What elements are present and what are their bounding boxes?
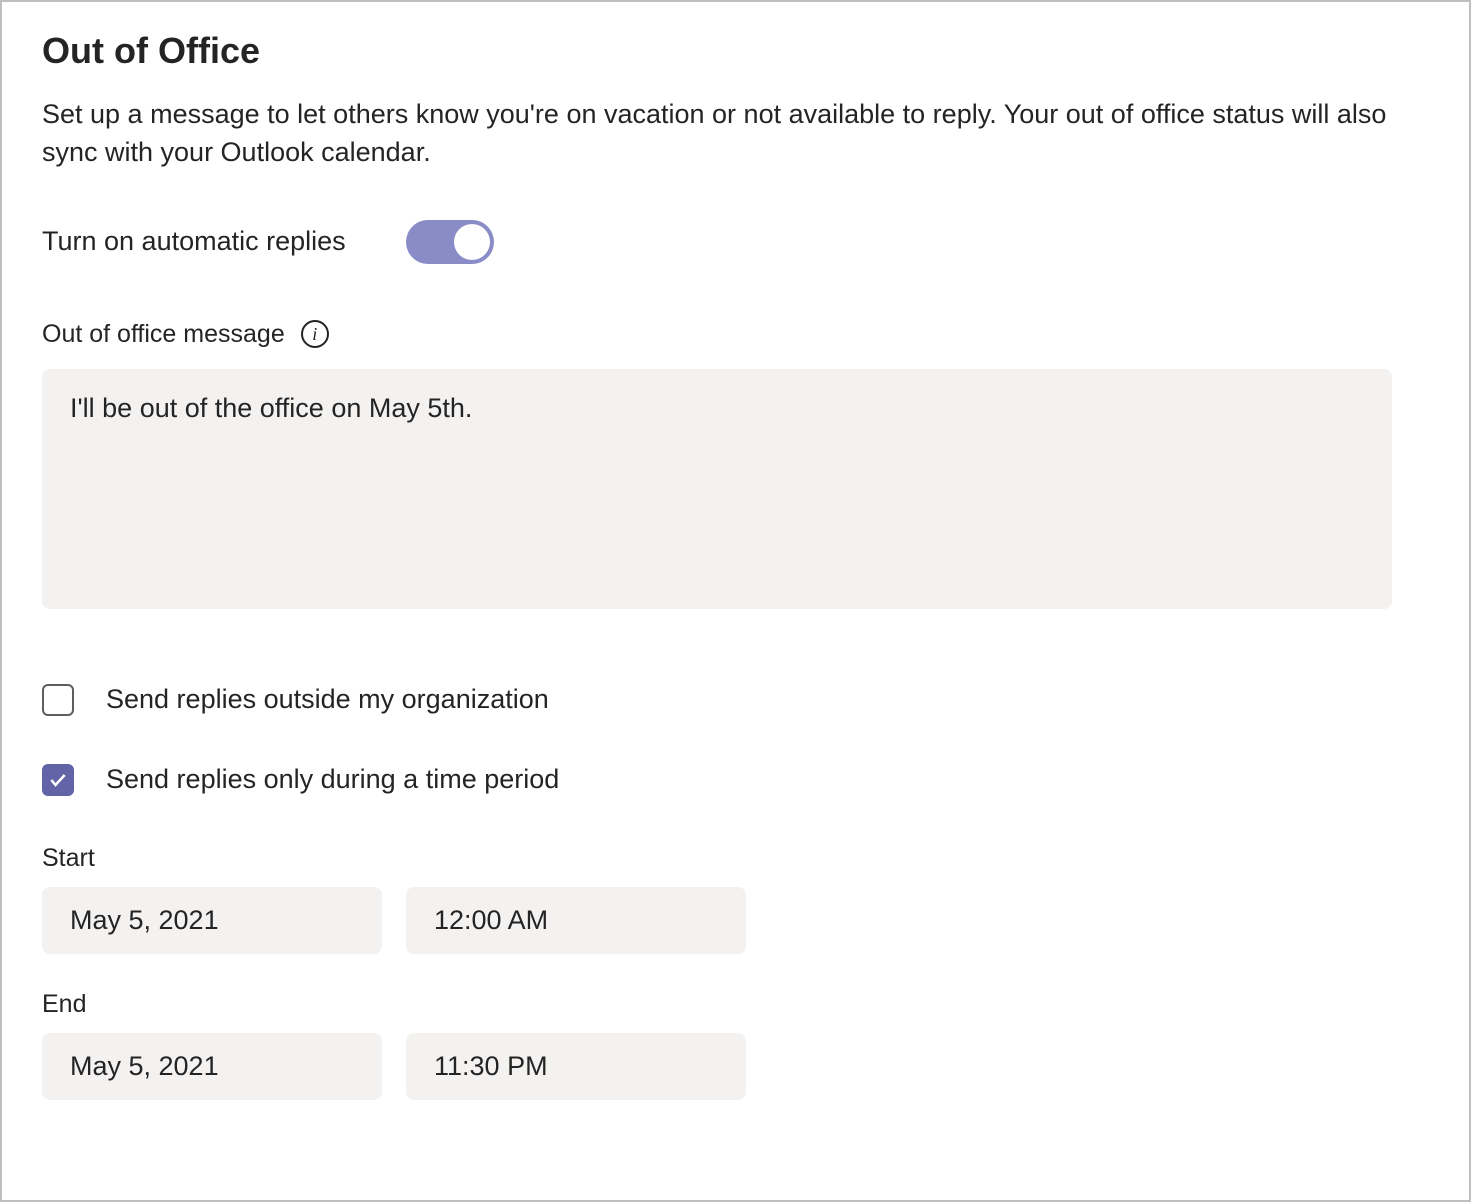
end-date-field[interactable]: May 5, 2021	[42, 1033, 382, 1100]
page-description: Set up a message to let others know you'…	[42, 96, 1429, 172]
datetime-section: Start May 5, 2021 12:00 AM End May 5, 20…	[42, 844, 1429, 1100]
auto-replies-toggle-label: Turn on automatic replies	[42, 226, 346, 257]
message-label: Out of office message	[42, 320, 285, 349]
time-period-checkbox[interactable]	[42, 764, 74, 796]
end-label: End	[42, 990, 1429, 1019]
outside-org-checkbox-row: Send replies outside my organization	[42, 684, 1429, 716]
end-row: May 5, 2021 11:30 PM	[42, 1033, 1429, 1100]
out-of-office-panel: Out of Office Set up a message to let ot…	[0, 0, 1471, 1202]
time-period-checkbox-row: Send replies only during a time period	[42, 764, 1429, 796]
info-icon[interactable]: i	[301, 320, 329, 348]
start-date-field[interactable]: May 5, 2021	[42, 887, 382, 954]
time-period-checkbox-label: Send replies only during a time period	[106, 764, 559, 795]
start-time-field[interactable]: 12:00 AM	[406, 887, 746, 954]
outside-org-checkbox-label: Send replies outside my organization	[106, 684, 549, 715]
auto-replies-toggle[interactable]	[406, 220, 494, 264]
end-time-field[interactable]: 11:30 PM	[406, 1033, 746, 1100]
auto-replies-toggle-row: Turn on automatic replies	[42, 220, 1429, 264]
toggle-knob	[454, 224, 490, 260]
outside-org-checkbox[interactable]	[42, 684, 74, 716]
message-label-row: Out of office message i	[42, 320, 1429, 349]
page-title: Out of Office	[42, 30, 1429, 72]
start-label: Start	[42, 844, 1429, 873]
out-of-office-message-input[interactable]	[42, 369, 1392, 609]
start-row: May 5, 2021 12:00 AM	[42, 887, 1429, 954]
